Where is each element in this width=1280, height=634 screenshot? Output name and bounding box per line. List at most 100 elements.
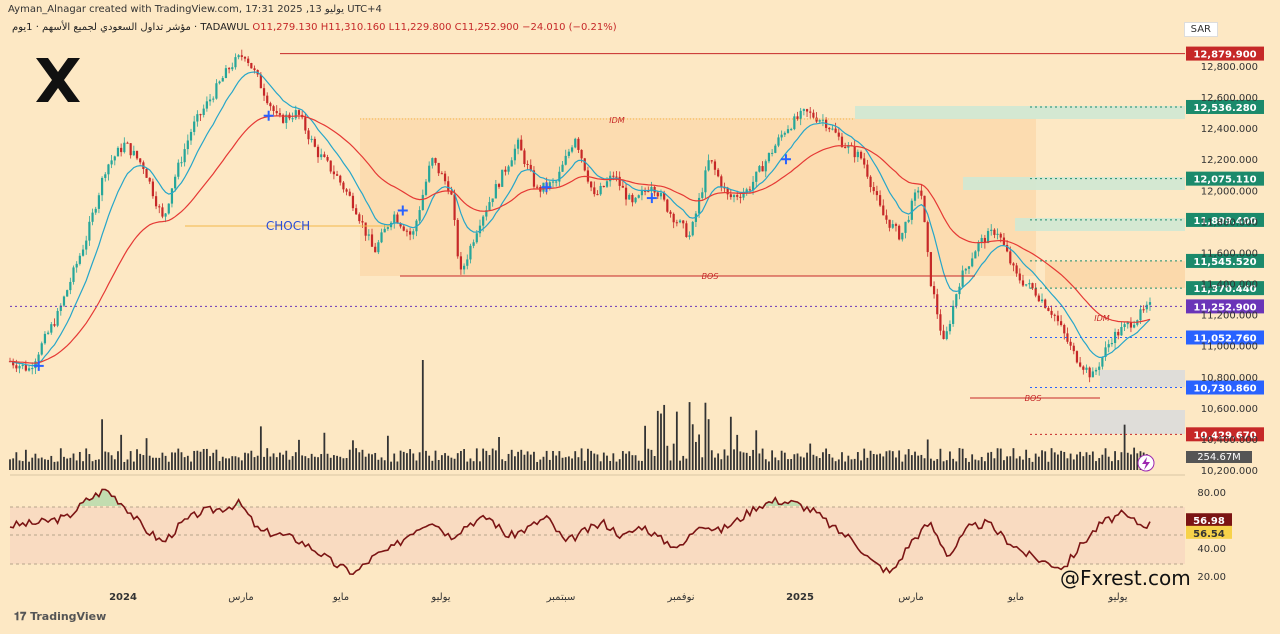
candle-body — [189, 131, 193, 141]
volume-bar — [1031, 461, 1034, 470]
candle-body — [81, 249, 85, 256]
volume-bar — [660, 413, 662, 470]
price-chart[interactable]: 12,879.90012,536.28012,075.11011,809.400… — [0, 0, 1280, 630]
volume-bar — [898, 450, 901, 470]
volume-bar — [24, 449, 27, 470]
volume-bar — [472, 461, 475, 470]
volume-bar — [463, 449, 465, 470]
volume-bar — [1003, 460, 1005, 470]
candle-body — [961, 270, 964, 287]
candle-body — [764, 161, 767, 172]
candle-body — [205, 101, 208, 109]
symbol-line[interactable]: مؤشر تداول السعودي لجميع الأسهم · 1يوم ·… — [12, 22, 617, 33]
volume-bar — [980, 456, 983, 470]
volume-bar — [679, 460, 681, 470]
candle-body — [358, 214, 361, 222]
candle-body — [1117, 331, 1120, 336]
candle-body — [297, 110, 301, 115]
volume-bar — [393, 453, 396, 470]
level-label: 12,075.110 — [1193, 175, 1256, 186]
candle-body — [1025, 284, 1028, 286]
volume-bar — [1107, 456, 1110, 470]
candle-body — [428, 165, 431, 182]
candle-body — [567, 151, 570, 156]
bos-label-2: BOS — [1025, 394, 1042, 403]
candle-body — [659, 192, 663, 197]
volume-bar — [669, 460, 672, 470]
volume-bar — [844, 461, 847, 470]
volume-bar — [406, 453, 408, 470]
volume-bar — [574, 451, 577, 470]
volume-bar — [120, 434, 123, 470]
volume-bar — [104, 451, 107, 470]
candle-body — [577, 138, 580, 150]
volume-bar — [590, 450, 593, 470]
volume-bar — [145, 438, 148, 470]
candle-body — [196, 114, 199, 122]
volume-bar — [561, 457, 564, 470]
volume-bar — [1079, 451, 1082, 470]
volume-bar — [228, 458, 231, 470]
volume-bar — [209, 456, 211, 470]
volume-bar — [72, 453, 75, 470]
candle-body — [898, 225, 901, 240]
volume-bar — [691, 424, 694, 470]
demand-zone-2 — [1090, 410, 1185, 434]
volume-bar — [12, 458, 15, 470]
candle-body — [1063, 324, 1066, 334]
volume-bar — [34, 453, 37, 470]
watermark-text: @Fxrest.com — [1060, 566, 1191, 590]
volume-bar — [183, 457, 186, 470]
volume-bar — [1098, 458, 1101, 470]
level-label: 12,879.900 — [1193, 50, 1256, 61]
volume-bar — [313, 456, 316, 470]
volume-bar — [1018, 456, 1021, 470]
volume-bar — [583, 460, 586, 470]
volume-bar — [564, 457, 567, 470]
candle-body — [1009, 251, 1012, 264]
volume-bar — [402, 451, 405, 470]
candle-body — [364, 222, 367, 236]
currency-label[interactable]: SAR — [1183, 22, 1218, 37]
candle-body — [447, 181, 450, 192]
volume-bar — [113, 459, 116, 470]
volume-bar — [917, 455, 920, 470]
volume-bar — [860, 460, 862, 470]
volume-bar — [834, 461, 837, 470]
volume-bar — [520, 449, 523, 470]
rsi-tick: 40.00 — [1197, 544, 1226, 555]
volume-bar — [949, 451, 951, 470]
candle-body — [593, 187, 596, 195]
volume-bar — [1066, 458, 1069, 470]
volume-bar — [479, 461, 481, 470]
volume-bar — [663, 404, 666, 470]
candle-body — [148, 177, 151, 182]
candle-body — [640, 190, 644, 196]
volume-bar — [244, 452, 246, 470]
volume-bar — [707, 419, 710, 470]
volume-bar — [40, 457, 43, 470]
candle-body — [316, 146, 320, 158]
volume-bar — [247, 453, 250, 470]
candle-body — [374, 246, 377, 253]
volume-bar — [933, 460, 935, 470]
volume-bar — [75, 460, 78, 470]
candle-body — [139, 158, 142, 163]
candle-body — [177, 162, 180, 177]
volume-bar — [1076, 454, 1078, 470]
volume-bar — [158, 457, 161, 470]
candle-body — [967, 266, 971, 269]
lightning-icon[interactable] — [1137, 454, 1155, 472]
tradingview-logo[interactable]: 𝟏𝟕 TradingView — [14, 610, 106, 624]
candle-body — [1056, 315, 1060, 322]
candle-body — [980, 237, 983, 242]
volume-bar — [342, 458, 345, 470]
volume-bar — [1060, 450, 1062, 470]
volume-bar — [50, 455, 53, 470]
candle-body — [145, 169, 148, 178]
volume-bar — [212, 452, 215, 470]
candle-body — [523, 150, 526, 165]
ohlc-low: L11,229.800 — [388, 22, 452, 33]
candle-body — [456, 219, 459, 257]
volume-bar — [634, 455, 637, 470]
